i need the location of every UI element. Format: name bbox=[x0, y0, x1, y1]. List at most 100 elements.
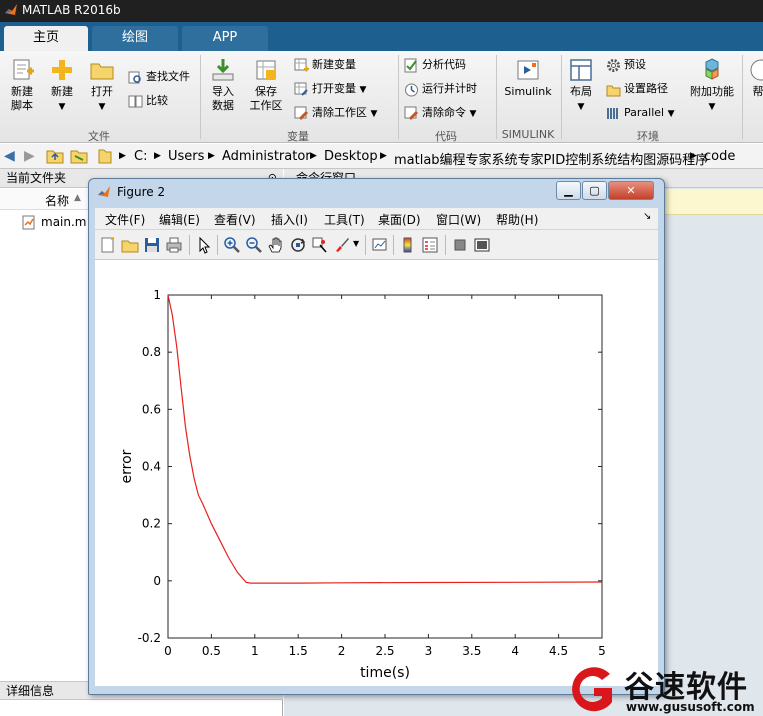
matlab-logo-icon bbox=[5, 4, 17, 15]
y-tick-label: 0.6 bbox=[142, 402, 161, 416]
plus-icon bbox=[52, 60, 72, 80]
layout-dropdown-icon: ▼ bbox=[577, 102, 585, 112]
layout-icon bbox=[570, 59, 592, 81]
show-plot-tools-icon[interactable] bbox=[473, 236, 491, 254]
tab-plots[interactable]: 绘图 bbox=[92, 26, 178, 51]
clear-workspace-icon bbox=[294, 106, 309, 120]
save-workspace-icon bbox=[256, 60, 276, 80]
pointer-icon[interactable] bbox=[195, 236, 213, 254]
breadcrumb-separator-icon: ▶ bbox=[154, 151, 161, 161]
open-button[interactable]: 打开 ▼ bbox=[84, 57, 120, 114]
parallel-label: Parallel bbox=[624, 106, 665, 119]
hide-plot-tools-icon[interactable] bbox=[451, 236, 469, 254]
brand-g-logo-icon bbox=[572, 667, 612, 712]
menu-help[interactable]: 帮助(H) bbox=[496, 211, 538, 228]
simulink-group-label: SIMULINK bbox=[501, 128, 555, 141]
save-workspace-label: 保存 工作区 bbox=[249, 85, 283, 112]
simulink-button[interactable]: Simulink bbox=[500, 57, 556, 99]
save-workspace-button[interactable]: 保存 工作区 bbox=[246, 57, 286, 113]
x-tick-label: 0.5 bbox=[202, 644, 221, 658]
data-cursor-icon[interactable] bbox=[311, 236, 329, 254]
axes-box bbox=[167, 294, 603, 639]
menu-file[interactable]: 文件(F) bbox=[105, 211, 145, 228]
breadcrumb-item[interactable]: Administrator bbox=[222, 149, 311, 164]
clear-commands-icon bbox=[404, 106, 419, 120]
run-and-time-label: 运行并计时 bbox=[422, 82, 477, 95]
menu-edit[interactable]: 编辑(E) bbox=[159, 211, 200, 228]
clear-workspace-button[interactable]: 清除工作区 ▼ bbox=[294, 103, 377, 123]
code-group-label: 代码 bbox=[435, 130, 457, 143]
new-variable-button[interactable]: 新建变量 bbox=[294, 55, 356, 75]
name-column-header[interactable]: 名称 bbox=[45, 192, 69, 209]
breadcrumb-item[interactable]: C: bbox=[134, 149, 147, 164]
breadcrumb-item[interactable]: Desktop bbox=[324, 149, 378, 164]
up-folder-icon[interactable] bbox=[46, 148, 64, 164]
brush-icon[interactable] bbox=[333, 236, 351, 254]
menu-desktop[interactable]: 桌面(D) bbox=[378, 211, 421, 228]
zoom-in-icon[interactable] bbox=[223, 236, 241, 254]
matlab-logo-icon bbox=[98, 186, 110, 197]
breadcrumb-item[interactable]: code bbox=[704, 149, 735, 164]
add-ons-dropdown-icon: ▼ bbox=[708, 102, 716, 112]
set-path-button[interactable]: 设置路径 bbox=[606, 79, 668, 99]
parallel-button[interactable]: Parallel ▼ bbox=[606, 103, 675, 123]
error-time-chart: 0 0.5 1 1.5 2 2.5 3 3.5 4 4.5 5 -0.200.20.40.60.81… bbox=[119, 288, 606, 681]
dock-arrow-icon[interactable]: ↘ bbox=[643, 211, 651, 222]
rotate-3d-icon[interactable] bbox=[289, 236, 307, 254]
file-group-label: 文件 bbox=[88, 130, 110, 143]
x-tick-label: 4.5 bbox=[549, 644, 568, 658]
add-ons-button[interactable]: 附加功能 ▼ bbox=[684, 57, 740, 114]
menu-view[interactable]: 查看(V) bbox=[214, 211, 256, 228]
brush-dropdown-icon[interactable]: ▼ bbox=[353, 239, 359, 248]
compare-button[interactable]: 比较 bbox=[128, 91, 168, 111]
breadcrumb-item[interactable]: Users bbox=[168, 149, 204, 164]
back-arrow-icon[interactable]: ◀ bbox=[4, 148, 15, 164]
layout-label: 布局 bbox=[570, 85, 592, 98]
open-variable-dropdown-icon: ▼ bbox=[359, 85, 367, 95]
y-tick-label: 0.8 bbox=[142, 345, 161, 359]
save-icon[interactable] bbox=[143, 236, 161, 254]
maximize-button[interactable]: ▢ bbox=[582, 181, 607, 200]
find-files-button[interactable]: 查找文件 bbox=[128, 67, 190, 87]
print-icon[interactable] bbox=[165, 236, 183, 254]
forward-arrow-icon[interactable]: ▶ bbox=[24, 148, 35, 164]
colorbar-icon[interactable] bbox=[399, 236, 417, 254]
link-plot-icon[interactable] bbox=[371, 236, 389, 254]
menu-insert[interactable]: 插入(I) bbox=[271, 211, 308, 228]
tab-home[interactable]: 主页 bbox=[4, 26, 88, 51]
analyze-code-button[interactable]: 分析代码 bbox=[404, 55, 466, 75]
menu-window[interactable]: 窗口(W) bbox=[436, 211, 481, 228]
preferences-button[interactable]: 预设 bbox=[606, 55, 646, 75]
layout-button[interactable]: 布局 ▼ bbox=[564, 57, 598, 114]
minimize-button[interactable]: ▁ bbox=[556, 181, 581, 200]
legend-icon[interactable] bbox=[421, 236, 439, 254]
clear-commands-button[interactable]: 清除命令 ▼ bbox=[404, 103, 476, 123]
pan-hand-icon[interactable] bbox=[267, 236, 285, 254]
menu-tools[interactable]: 工具(T) bbox=[324, 211, 365, 228]
new-script-button[interactable]: 新建 脚本 bbox=[4, 57, 40, 113]
import-data-button[interactable]: 导入 数据 bbox=[204, 57, 242, 113]
browse-folder-icon[interactable] bbox=[70, 148, 88, 164]
y-tick-label: -0.2 bbox=[138, 631, 161, 645]
new-script-icon bbox=[13, 59, 34, 80]
open-variable-button[interactable]: 打开变量 ▼ bbox=[294, 79, 366, 99]
new-figure-icon[interactable] bbox=[99, 236, 117, 254]
breadcrumb-item[interactable]: matlab编程专家系统专家PID控制系统结构图源码程序 bbox=[394, 149, 708, 168]
new-button[interactable]: 新建 ▼ bbox=[44, 57, 80, 114]
figure-titlebar: Figure 2 ▁ ▢ ✕ bbox=[89, 179, 664, 206]
import-data-icon bbox=[212, 59, 234, 81]
tab-apps[interactable]: APP bbox=[182, 26, 268, 51]
gear-icon bbox=[607, 58, 620, 72]
close-button[interactable]: ✕ bbox=[608, 181, 654, 200]
figure-window: Figure 2 ▁ ▢ ✕ 文件(F) 编辑(E) 查看(V) 插入(I) 工… bbox=[88, 178, 665, 695]
simulink-icon bbox=[517, 60, 539, 80]
help-button[interactable]: 帮 bbox=[748, 57, 763, 99]
environment-group-label: 环境 bbox=[637, 130, 659, 143]
breadcrumb-separator-icon: ▶ bbox=[119, 151, 126, 161]
run-and-time-button[interactable]: 运行并计时 bbox=[404, 79, 477, 99]
open-file-icon[interactable] bbox=[121, 236, 139, 254]
zoom-out-icon[interactable] bbox=[245, 236, 263, 254]
new-variable-icon bbox=[294, 58, 309, 71]
x-tick-label: 1 bbox=[251, 644, 259, 658]
group-divider bbox=[742, 55, 743, 139]
